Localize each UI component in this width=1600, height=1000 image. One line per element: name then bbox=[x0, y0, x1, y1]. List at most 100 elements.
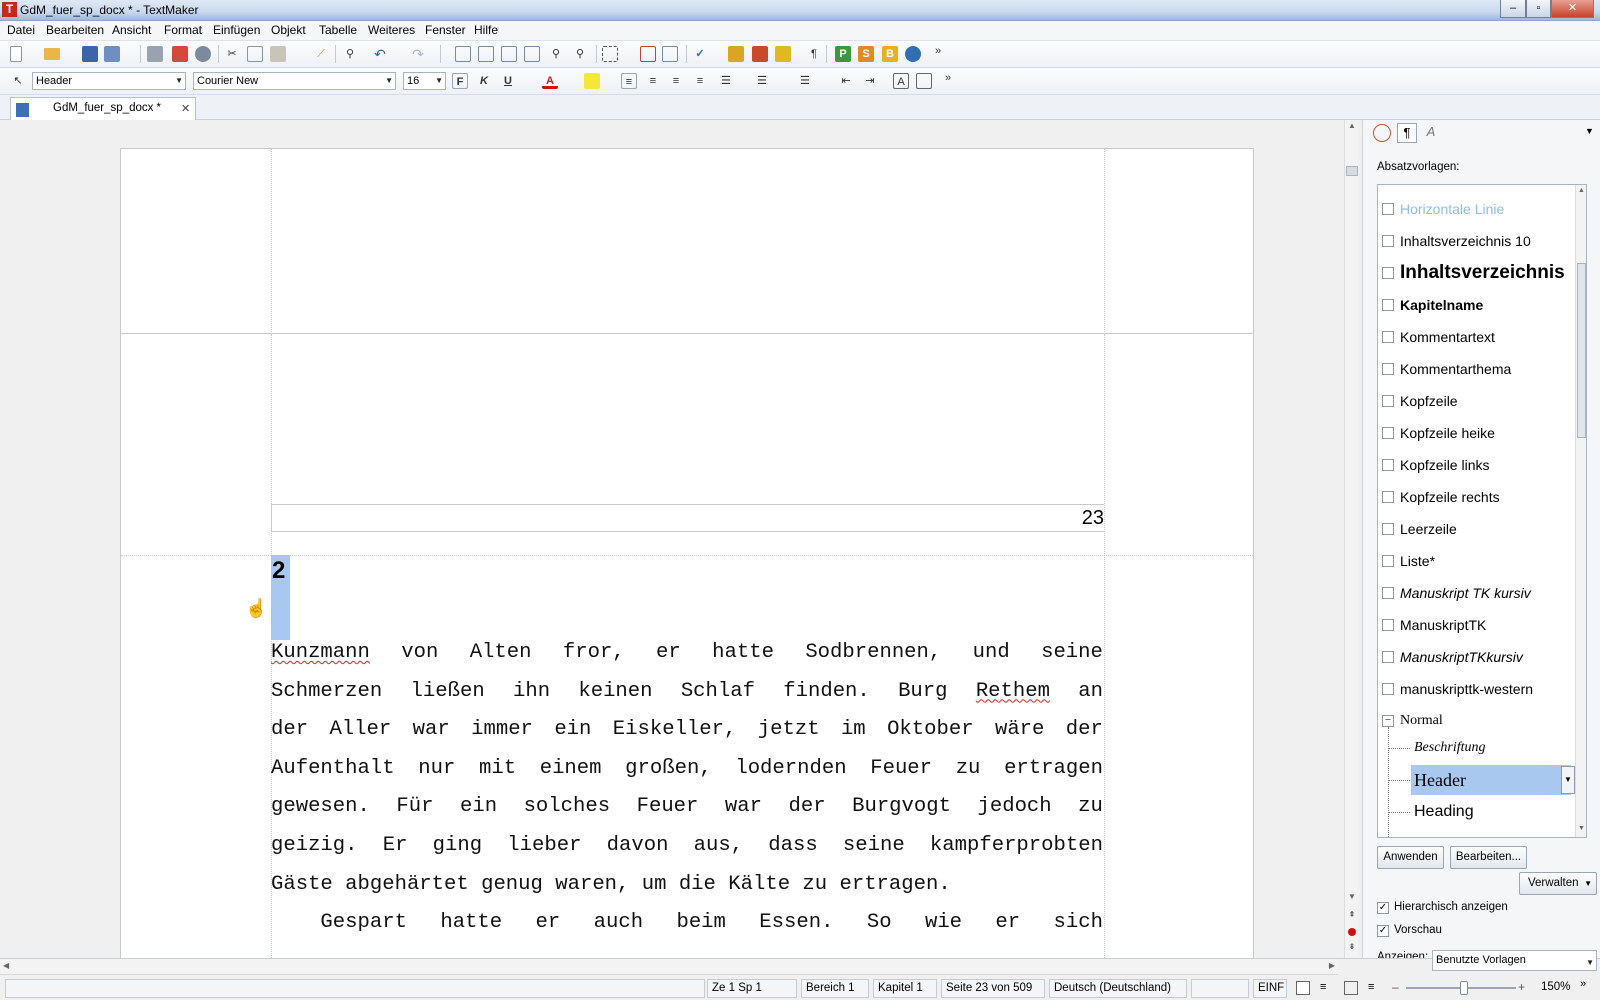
font-size-select[interactable]: 16 ▼ bbox=[403, 72, 446, 90]
style-item[interactable]: Kommentartext bbox=[1382, 325, 1495, 349]
insert-date-icon[interactable] bbox=[478, 46, 494, 62]
align-center-icon[interactable]: ≡ bbox=[645, 73, 661, 89]
search-icon[interactable]: ⚲ bbox=[342, 46, 358, 62]
style-checkbox[interactable] bbox=[1382, 555, 1394, 567]
master-view-icon[interactable]: ≡ bbox=[1368, 981, 1382, 995]
show-styles-select[interactable]: Benutzte Vorlagen ▼ bbox=[1432, 950, 1597, 971]
align-left-icon[interactable]: ≡ bbox=[621, 73, 637, 89]
paste-icon[interactable] bbox=[270, 46, 286, 62]
preview-checkbox[interactable]: ✓ bbox=[1377, 925, 1389, 937]
style-item[interactable]: Inhaltsverzeichnis 10 bbox=[1382, 229, 1531, 253]
apply-style-button[interactable]: Anwenden bbox=[1377, 846, 1444, 869]
menu-weiteres[interactable]: Weiteres bbox=[368, 23, 415, 37]
style-item[interactable]: Kommentarthema bbox=[1382, 357, 1511, 381]
spellcheck-icon[interactable]: ✓ bbox=[692, 46, 708, 62]
zoom-in-button[interactable]: + bbox=[1518, 980, 1525, 994]
bullet-list-icon[interactable]: ☰ bbox=[718, 73, 734, 89]
panel-menu-chevron-icon[interactable]: ▼ bbox=[1585, 126, 1594, 136]
style-checkbox[interactable] bbox=[1382, 587, 1394, 599]
style-item[interactable]: Manuskript TK kursiv bbox=[1382, 581, 1531, 605]
collapse-tree-icon[interactable]: − bbox=[1382, 715, 1394, 727]
menu-format[interactable]: Format bbox=[164, 23, 202, 37]
style-checkbox[interactable] bbox=[1382, 523, 1394, 535]
style-tree-parent[interactable]: − Normal bbox=[1382, 709, 1443, 733]
scroll-up-icon[interactable]: ▲ bbox=[1576, 187, 1586, 194]
bold-button[interactable]: F bbox=[452, 73, 468, 89]
menu-objekt[interactable]: Objekt bbox=[271, 23, 306, 37]
insert-table-icon[interactable] bbox=[501, 46, 517, 62]
style-checkbox[interactable] bbox=[1382, 427, 1394, 439]
paragraph-marks-icon[interactable]: ¶ bbox=[806, 46, 822, 62]
style-checkbox[interactable] bbox=[1382, 331, 1394, 343]
insert-mode-indicator[interactable]: EINF bbox=[1253, 979, 1287, 998]
header-frame[interactable]: 23 bbox=[271, 504, 1104, 532]
body-text[interactable]: Kunzmann von Alten fror, er hatte Sodbrennen, u… bbox=[271, 634, 1103, 943]
insert-field-icon[interactable] bbox=[455, 46, 471, 62]
more-format-icon[interactable]: » bbox=[940, 70, 956, 86]
style-item[interactable]: Kapitelname bbox=[1382, 293, 1483, 317]
undo-icon[interactable]: ↶ bbox=[372, 46, 388, 62]
restore-button[interactable]: ▫ bbox=[1526, 0, 1551, 18]
font-color-button[interactable]: A bbox=[542, 73, 558, 89]
scroll-left-icon[interactable]: ◀ bbox=[3, 961, 9, 970]
document-tab[interactable]: GdM_fuer_sp_docx * ✕ bbox=[10, 97, 196, 120]
underline-button[interactable]: U bbox=[500, 73, 516, 89]
previous-page-icon[interactable]: ⇞ bbox=[1346, 910, 1358, 922]
style-tree-child[interactable]: Heading bbox=[1414, 800, 1474, 824]
style-checkbox[interactable] bbox=[1382, 683, 1394, 695]
align-right-icon[interactable]: ≡ bbox=[668, 73, 684, 89]
hierarchical-checkbox[interactable]: ✓ bbox=[1377, 902, 1389, 914]
new-document-icon[interactable] bbox=[10, 46, 22, 62]
style-checkbox[interactable] bbox=[1382, 235, 1394, 247]
scroll-right-icon[interactable]: ▶ bbox=[1329, 961, 1335, 970]
italic-button[interactable]: K bbox=[476, 73, 492, 89]
more-status-icon[interactable]: » bbox=[1580, 978, 1586, 990]
page-view-icon[interactable] bbox=[1344, 981, 1358, 995]
style-list-scrollbar[interactable]: ▲ ▼ bbox=[1575, 185, 1586, 837]
scroll-thumb[interactable] bbox=[1346, 166, 1358, 176]
insert-textbox-icon[interactable] bbox=[640, 46, 656, 62]
style-checkbox[interactable] bbox=[1382, 203, 1394, 215]
style-checkbox[interactable] bbox=[1382, 651, 1394, 663]
style-checkbox[interactable] bbox=[1382, 299, 1394, 311]
scroll-down-icon[interactable]: ▼ bbox=[1576, 825, 1586, 832]
zoom-out-button[interactable]: – bbox=[1392, 980, 1399, 994]
font-family-select[interactable]: Courier New ▼ bbox=[193, 72, 396, 90]
insert-frame-icon[interactable] bbox=[602, 46, 618, 62]
style-tree-child[interactable]: Beschriftung bbox=[1414, 736, 1486, 760]
pointer-icon[interactable]: ↖ bbox=[10, 73, 26, 89]
document-workspace[interactable]: 23 2 ☝ Kunzmann von Alten fror, er hatte Sodbr… bbox=[0, 120, 1338, 974]
paragraph-style-select[interactable]: Header ▼ bbox=[32, 72, 186, 90]
style-item[interactable]: Kopfzeile heike bbox=[1382, 421, 1495, 445]
style-tree-child-selected[interactable]: Header bbox=[1414, 768, 1466, 792]
zoom-level[interactable]: 150% bbox=[1541, 981, 1570, 993]
menu-tabelle[interactable]: Tabelle bbox=[319, 23, 357, 37]
character-format-icon[interactable]: A bbox=[893, 73, 909, 89]
textmaker-app-icon[interactable]: T bbox=[2, 2, 17, 17]
planmaker-icon[interactable]: S bbox=[858, 46, 874, 62]
columns-icon[interactable] bbox=[524, 46, 540, 62]
style-item[interactable]: ManuskriptTKkursiv bbox=[1382, 645, 1523, 669]
insert-object-icon[interactable] bbox=[662, 46, 678, 62]
outline-list-icon[interactable]: ☰ bbox=[797, 73, 813, 89]
justify-icon[interactable]: ≡ bbox=[692, 73, 708, 89]
style-checkbox[interactable] bbox=[1382, 363, 1394, 375]
print-icon[interactable] bbox=[147, 46, 163, 62]
paragraph-styles-tab-icon[interactable]: ¶ bbox=[1397, 123, 1417, 143]
style-checkbox[interactable] bbox=[1382, 395, 1394, 407]
menu-ansicht[interactable]: Ansicht bbox=[112, 23, 151, 37]
close-tab-icon[interactable]: ✕ bbox=[181, 102, 190, 115]
horizontal-scrollbar[interactable]: ◀ ▶ bbox=[0, 959, 1338, 975]
decrease-indent-icon[interactable]: ⇤ bbox=[838, 73, 854, 89]
zoom-in-icon[interactable]: ⚲ bbox=[548, 46, 564, 62]
zoom-out-icon[interactable]: ⚲ bbox=[572, 46, 588, 62]
next-page-icon[interactable]: ⇟ bbox=[1346, 942, 1358, 954]
edit-style-button[interactable]: Bearbeiten... bbox=[1450, 846, 1527, 869]
language-indicator[interactable]: Deutsch (Deutschland) bbox=[1049, 979, 1187, 998]
paragraph-format-icon[interactable] bbox=[916, 73, 932, 89]
save-icon[interactable] bbox=[82, 46, 98, 62]
insert-drawing-icon[interactable] bbox=[775, 46, 791, 62]
close-window-button[interactable]: ✕ bbox=[1551, 0, 1594, 18]
style-item[interactable]: Leerzeile bbox=[1382, 517, 1457, 541]
menu-fenster[interactable]: Fenster bbox=[425, 23, 466, 37]
